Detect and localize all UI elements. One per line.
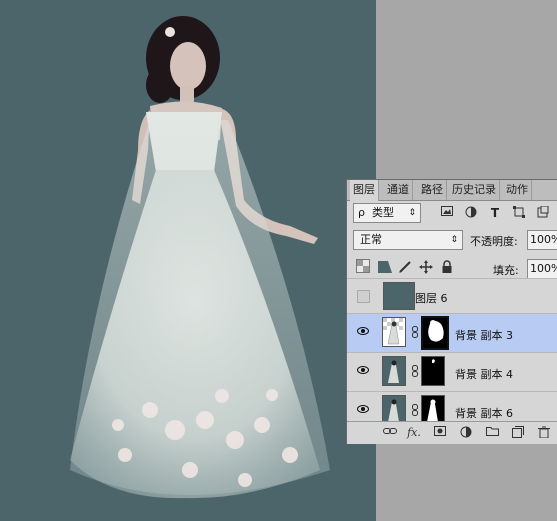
panel-tab-bar: 图层 通道 路径 历史记录 动作 bbox=[347, 180, 557, 201]
layer-row[interactable]: 图层 6 bbox=[347, 278, 557, 313]
select-arrow-icon: ⇕ bbox=[408, 208, 416, 218]
opacity-input[interactable]: 100% bbox=[527, 230, 557, 250]
layer-mask-thumbnail[interactable] bbox=[421, 395, 445, 422]
chain-link-icon[interactable] bbox=[408, 404, 422, 418]
fill-input[interactable]: 100% bbox=[527, 259, 557, 279]
lock-transparent-icon[interactable] bbox=[356, 259, 370, 273]
chain-link-icon[interactable] bbox=[408, 326, 422, 340]
blend-mode-select[interactable]: 正常 ⇕ bbox=[353, 230, 463, 250]
shape-filter-icon[interactable] bbox=[512, 206, 526, 220]
fx-button[interactable]: fx. bbox=[407, 426, 421, 440]
layer-thumbnail bbox=[383, 282, 415, 310]
layer-thumbnail bbox=[382, 395, 406, 422]
tab-channels[interactable]: 通道 bbox=[384, 180, 413, 200]
eye-icon[interactable] bbox=[357, 366, 369, 378]
blend-mode-value: 正常 bbox=[360, 233, 382, 246]
fill-value: 100% bbox=[530, 262, 557, 275]
bride-photo bbox=[70, 16, 330, 499]
image-filter-icon[interactable] bbox=[440, 206, 454, 220]
filter-type-label: 类型 bbox=[372, 206, 394, 219]
adjustment-layer-icon[interactable] bbox=[459, 426, 473, 440]
layer-row[interactable]: 背景 副本 4 bbox=[347, 352, 557, 391]
visibility-toggle[interactable] bbox=[357, 290, 370, 303]
layer-filter-select[interactable]: ρ 类型 ⇕ bbox=[353, 203, 421, 223]
layer-mask-thumbnail[interactable] bbox=[421, 316, 449, 350]
select-arrow-icon: ⇕ bbox=[450, 235, 458, 245]
type-filter-icon[interactable]: T bbox=[488, 206, 502, 220]
add-mask-icon[interactable] bbox=[433, 426, 447, 440]
folder-icon[interactable] bbox=[485, 426, 499, 440]
layer-thumb-mini-icon bbox=[378, 259, 392, 273]
lock-position-icon[interactable] bbox=[419, 260, 433, 274]
layer-name: 图层 6 bbox=[415, 292, 448, 305]
document-canvas[interactable] bbox=[0, 0, 376, 521]
opacity-label: 不透明度: bbox=[470, 235, 518, 248]
search-icon: ρ bbox=[358, 206, 365, 219]
layer-mask-thumbnail[interactable] bbox=[421, 356, 445, 386]
tab-layers[interactable]: 图层 bbox=[350, 180, 379, 201]
chain-link-icon[interactable] bbox=[408, 365, 422, 379]
smart-object-filter-icon[interactable] bbox=[536, 205, 550, 220]
tab-paths[interactable]: 路径 bbox=[418, 180, 447, 200]
layer-name: 背景 副本 3 bbox=[455, 329, 513, 342]
lock-image-icon[interactable] bbox=[398, 260, 412, 274]
layer-thumbnail bbox=[382, 317, 406, 347]
opacity-value: 100% bbox=[530, 233, 557, 246]
eye-icon[interactable] bbox=[357, 327, 369, 339]
layer-thumbnail bbox=[382, 356, 406, 386]
layer-row[interactable]: 背景 副本 3 bbox=[347, 313, 557, 352]
layer-name: 背景 副本 6 bbox=[455, 407, 513, 420]
layers-panel: 图层 通道 路径 历史记录 动作 ρ 类型 ⇕ T 正常 ⇕ 不透明度: 100… bbox=[346, 179, 557, 444]
fill-label: 填充: bbox=[493, 264, 519, 277]
layer-row[interactable]: 背景 副本 6 bbox=[347, 391, 557, 422]
eye-icon[interactable] bbox=[357, 405, 369, 417]
layers-panel-footer: fx. bbox=[347, 421, 557, 444]
tab-actions[interactable]: 动作 bbox=[503, 180, 532, 200]
trash-icon[interactable] bbox=[537, 426, 551, 440]
layer-name: 背景 副本 4 bbox=[455, 368, 513, 381]
new-layer-icon[interactable] bbox=[511, 426, 525, 440]
tab-history[interactable]: 历史记录 bbox=[449, 180, 500, 200]
link-layers-icon[interactable] bbox=[383, 426, 397, 440]
adjustment-filter-icon[interactable] bbox=[464, 206, 478, 220]
lock-all-icon[interactable] bbox=[440, 260, 454, 274]
